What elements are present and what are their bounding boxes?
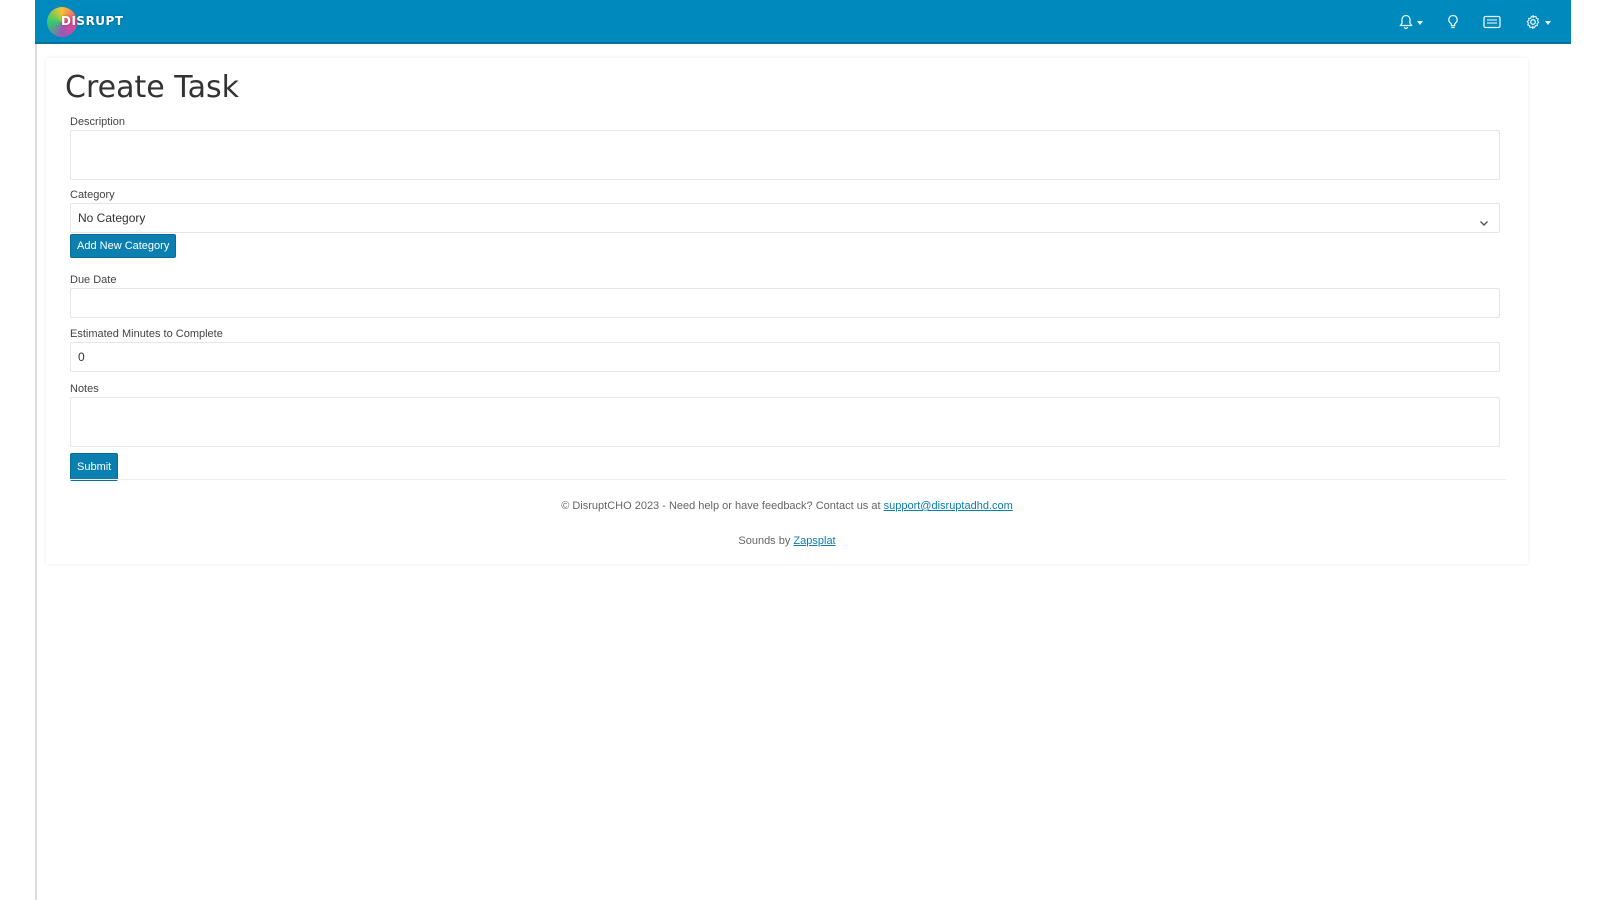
chevron-down-icon	[1479, 214, 1489, 232]
footer-contact-text: © DisruptCHO 2023 - Need help or have fe…	[561, 500, 881, 512]
notifications-dropdown[interactable]	[1399, 14, 1423, 30]
estimated-minutes-field[interactable]	[70, 342, 1500, 372]
gear-icon	[1525, 14, 1541, 30]
messages-button[interactable]	[1483, 15, 1501, 29]
top-navbar: DISRUPT	[35, 0, 1571, 44]
zapsplat-link[interactable]: Zapsplat	[793, 535, 835, 547]
notes-label: Notes	[70, 383, 99, 395]
support-email-link[interactable]: support@disruptadhd.com	[884, 500, 1013, 512]
left-border	[35, 0, 37, 900]
brand-logo[interactable]: DISRUPT	[47, 6, 123, 38]
category-label: Category	[70, 189, 115, 201]
settings-dropdown[interactable]	[1525, 14, 1551, 30]
notes-field[interactable]	[70, 397, 1500, 447]
logo-mark: DISRUPT	[47, 6, 123, 38]
description-label: Description	[70, 116, 126, 128]
navbar-actions	[1399, 0, 1551, 44]
category-selected-value: No Category	[78, 211, 146, 225]
due-date-label: Due Date	[70, 274, 117, 286]
category-select[interactable]: No Category	[70, 203, 1500, 233]
create-task-panel: Create Task Description Category No Cate…	[46, 58, 1528, 564]
due-date-field[interactable]	[70, 288, 1500, 318]
chevron-down-icon	[1545, 20, 1551, 25]
lightbulb-icon	[1447, 14, 1459, 30]
page-title: Create Task	[65, 70, 239, 105]
message-icon	[1483, 15, 1501, 29]
add-new-category-button[interactable]: Add New Category	[70, 234, 177, 258]
bell-icon	[1399, 14, 1413, 30]
ideas-button[interactable]	[1447, 14, 1459, 30]
chevron-down-icon	[1417, 20, 1423, 25]
description-field[interactable]	[70, 130, 1500, 180]
footer-divider	[70, 479, 1506, 480]
brand-name: DISRUPT	[61, 14, 124, 28]
footer-credits-text: Sounds by	[738, 535, 791, 547]
footer-contact: © DisruptCHO 2023 - Need help or have fe…	[46, 500, 1528, 512]
create-task-form: Description Category No Category Add New…	[70, 116, 1500, 481]
estimated-minutes-label: Estimated Minutes to Complete	[70, 328, 223, 340]
footer-credits: Sounds by Zapsplat	[46, 535, 1528, 547]
submit-button[interactable]: Submit	[70, 453, 119, 481]
